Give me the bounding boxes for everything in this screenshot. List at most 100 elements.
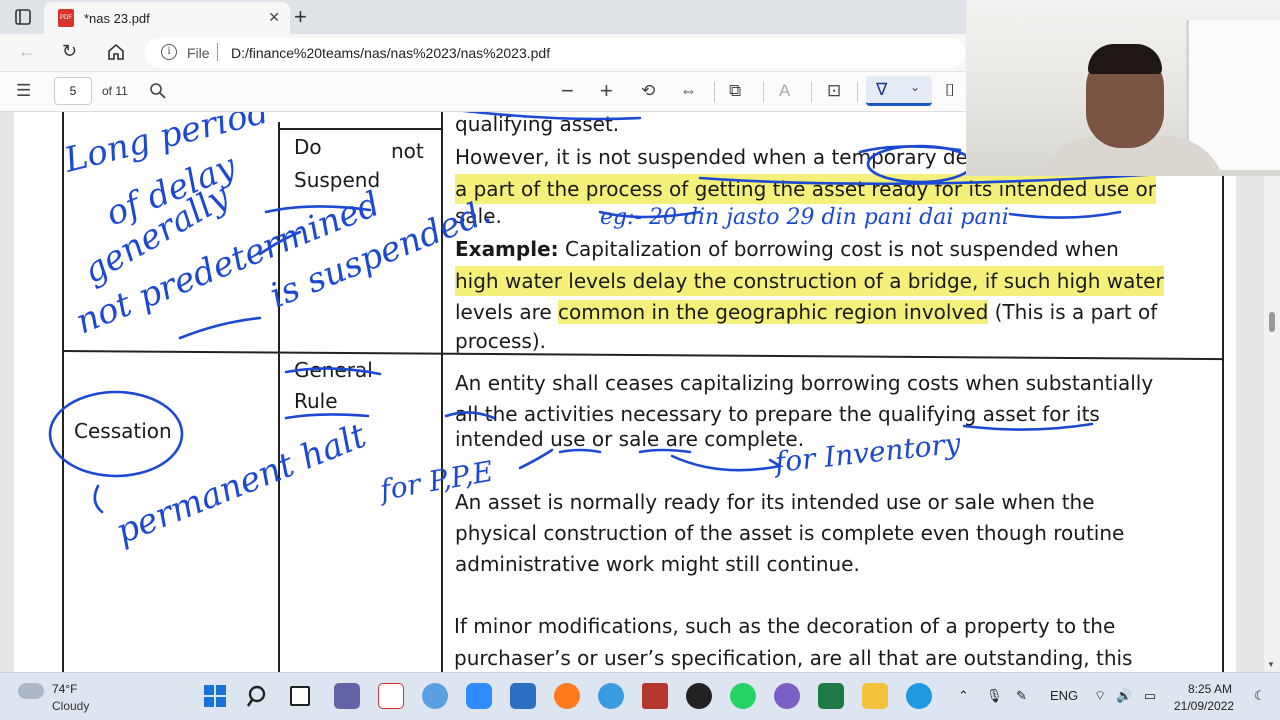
table-border	[441, 112, 443, 672]
teams-icon[interactable]	[334, 683, 360, 709]
file-explorer-icon[interactable]	[862, 683, 888, 709]
chevron-down-icon[interactable]: ⌄	[910, 80, 920, 94]
scrollbar[interactable]: ▼	[1264, 112, 1280, 672]
taskbar: 74°F Cloudy ⌃ 🎙 ✎ ENG ⌔ 🔊 ▭ 8:25 AM 21/0…	[0, 672, 1280, 720]
info-icon[interactable]: i	[161, 44, 177, 60]
zoom-out-icon[interactable]: −	[561, 78, 574, 104]
table-border	[278, 122, 280, 672]
doc-line: levels are common in the geographic regi…	[455, 297, 1157, 327]
excel-icon[interactable]	[818, 683, 844, 709]
doc-text-highlighted: common in the geographic region involved	[558, 300, 989, 324]
cell-suspend: Suspend	[294, 168, 381, 192]
toolbar-divider	[811, 82, 812, 102]
tally-icon[interactable]	[378, 683, 404, 709]
example-line: Example: Capitalization of borrowing cos…	[455, 234, 1119, 264]
zoom-icon[interactable]	[466, 683, 492, 709]
url-text[interactable]: D:/finance%20teams/nas/nas%2023/nas%2023…	[231, 45, 550, 61]
fit-to-width-icon[interactable]: ⇔	[680, 81, 697, 101]
edge-icon[interactable]	[906, 683, 932, 709]
doc-line: physical construction of the asset is co…	[455, 521, 1125, 545]
cloud-icon	[18, 683, 44, 699]
scroll-down-icon[interactable]: ▼	[1267, 660, 1275, 669]
search-icon[interactable]	[246, 683, 272, 709]
cell-do: Do	[294, 135, 322, 159]
table-border	[278, 128, 443, 130]
page-number-input[interactable]: 5	[54, 77, 92, 105]
scrollbar-thumb[interactable]	[1269, 312, 1275, 332]
snipping-tool-icon[interactable]	[510, 683, 536, 709]
doc-text: levels are	[455, 300, 559, 324]
home-icon[interactable]	[106, 42, 126, 62]
tab-title: *nas 23.pdf	[84, 11, 150, 26]
weather-temperature[interactable]: 74°F	[52, 682, 77, 696]
table-of-contents-icon[interactable]: ☰	[16, 81, 31, 101]
read-aloud-icon[interactable]: A	[779, 81, 790, 101]
presenter-hair	[1088, 44, 1162, 74]
doc-text: (This is a part of	[988, 300, 1158, 324]
separator	[217, 43, 218, 61]
example-text: Capitalization of borrowing cost is not …	[558, 237, 1119, 261]
doc-line: administrative work might still continue…	[455, 552, 860, 576]
table-border	[1222, 112, 1224, 672]
doc-line: intended use or sale are complete.	[455, 427, 805, 451]
volume-icon[interactable]: 🔊	[1116, 688, 1132, 704]
refresh-icon[interactable]: ↻	[62, 41, 77, 62]
doc-line: sale.	[455, 204, 502, 228]
microphone-icon[interactable]: 🎙	[986, 688, 1003, 704]
doc-line: If minor modifications, such as the deco…	[454, 614, 1116, 638]
notifications-icon[interactable]: ☾	[1254, 688, 1266, 704]
toolbar-divider	[763, 82, 764, 102]
page-view-icon[interactable]: ⧉	[729, 81, 741, 101]
toolbar-divider	[857, 82, 858, 102]
example-label: Example:	[455, 237, 559, 261]
app-icon[interactable]	[686, 683, 712, 709]
table-border	[61, 350, 1224, 361]
cell-not: not	[391, 139, 424, 163]
cell-cessation: Cessation	[74, 419, 172, 443]
clock-time[interactable]: 8:25 AM	[1188, 682, 1232, 696]
webcam-overlay	[966, 0, 1280, 176]
tab-active[interactable]: PDF *nas 23.pdf ✕	[44, 2, 290, 34]
cell-general: General	[294, 358, 373, 382]
address-field[interactable]: i File D:/finance%20teams/nas/nas%2023/n…	[145, 38, 965, 68]
pen-icon[interactable]: ✎	[1016, 688, 1027, 704]
highlight-icon[interactable]: ⌷	[945, 81, 955, 101]
doc-line: An entity shall ceases capitalizing borr…	[455, 371, 1154, 395]
chevron-up-icon[interactable]: ⌃	[958, 688, 969, 704]
doc-line-highlighted: a part of the process of getting the ass…	[455, 174, 1156, 204]
new-tab-button[interactable]: +	[294, 4, 307, 30]
viber-icon[interactable]	[774, 683, 800, 709]
doc-line: qualifying asset.	[455, 112, 620, 136]
doc-line-highlighted: high water levels delay the construction…	[455, 266, 1164, 296]
pdf-file-icon: PDF	[58, 9, 74, 27]
file-label: File	[187, 45, 210, 61]
zoom-in-icon[interactable]: +	[600, 78, 613, 104]
close-tab-icon[interactable]: ✕	[268, 9, 280, 26]
windows-start-icon[interactable]	[202, 683, 228, 709]
doc-line: purchaser’s or user’s specification, are…	[454, 646, 1133, 670]
language-indicator[interactable]: ENG	[1050, 688, 1078, 703]
weather-condition[interactable]: Cloudy	[52, 699, 89, 713]
pdf-page: Do not Suspend qualifying asset. However…	[14, 112, 1236, 672]
back-arrow-icon[interactable]: ←	[18, 41, 36, 62]
quickbooks-icon[interactable]	[598, 683, 624, 709]
rotate-icon[interactable]: ⟲	[641, 81, 655, 101]
clock-date[interactable]: 21/09/2022	[1174, 699, 1234, 713]
whatsapp-icon[interactable]	[730, 683, 756, 709]
draw-button[interactable]: ∇ ⌄	[866, 76, 932, 106]
battery-icon[interactable]: ▭	[1144, 688, 1156, 704]
doc-line: process).	[455, 329, 547, 353]
app-icon[interactable]	[422, 683, 448, 709]
app-icon[interactable]	[642, 683, 668, 709]
pdf-viewer: Do not Suspend qualifying asset. However…	[0, 112, 1280, 672]
doc-line: An asset is normally ready for its inten…	[455, 490, 1095, 514]
search-icon[interactable]	[149, 82, 167, 100]
page-total: of 11	[102, 84, 128, 98]
wifi-icon[interactable]: ⌔	[1094, 688, 1106, 704]
task-view-icon[interactable]	[290, 686, 310, 706]
text-box-icon[interactable]: ⊡	[827, 81, 841, 101]
firefox-icon[interactable]	[554, 683, 580, 709]
cell-rule: Rule	[294, 389, 338, 413]
tab-actions-icon[interactable]	[8, 6, 36, 28]
toolbar-divider	[714, 82, 715, 102]
